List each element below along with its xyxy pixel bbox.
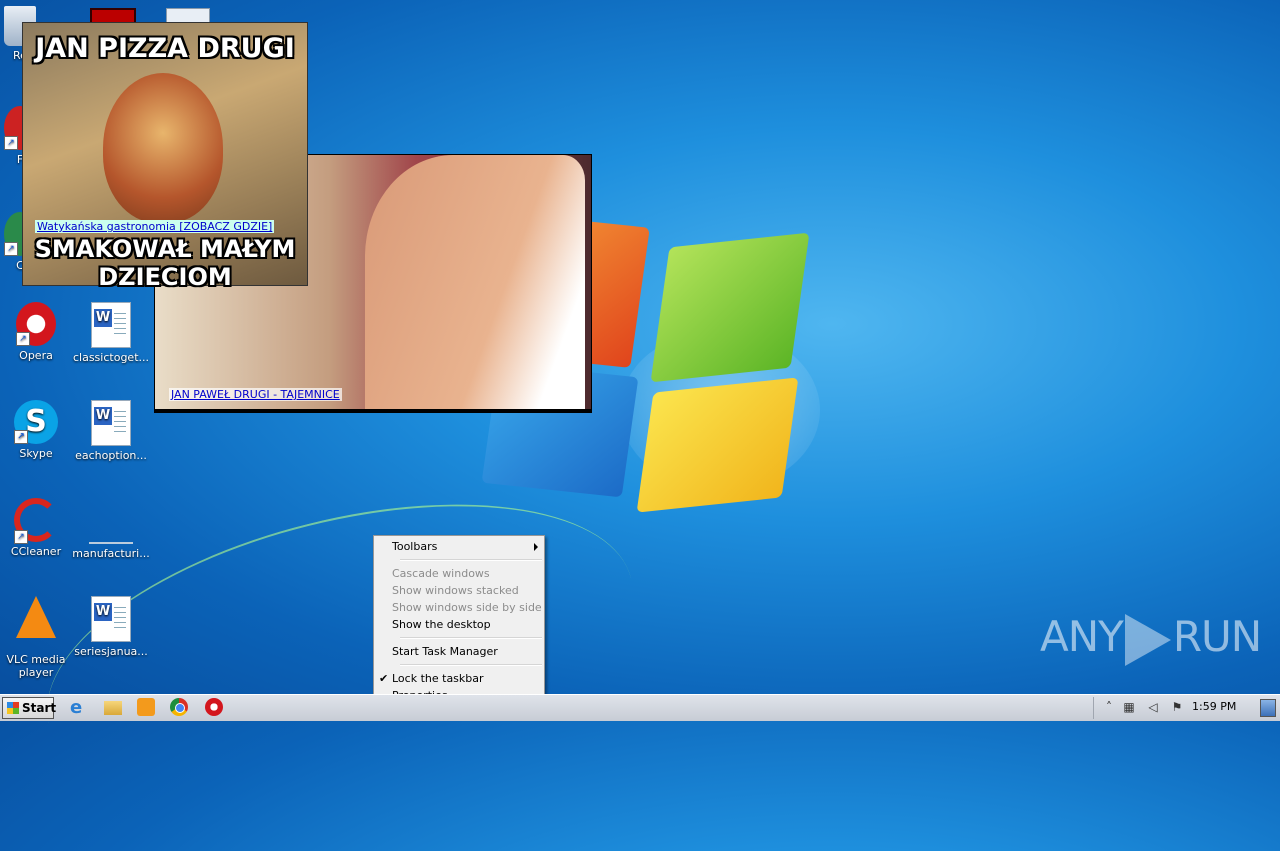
ad-meme-link[interactable]: Watykańska gastronomia [ZOBACZ GDZIE] xyxy=(35,220,275,233)
action-center-flag-icon[interactable]: ⚑ xyxy=(1170,700,1184,714)
submenu-arrow-icon xyxy=(534,543,538,551)
ccleaner-icon: ↗ xyxy=(14,498,58,544)
desktop-icon-classictoget[interactable]: classictoget... xyxy=(71,302,151,364)
chrome-icon[interactable] xyxy=(170,698,188,716)
shortcut-arrow-icon: ↗ xyxy=(14,530,28,544)
system-tray: ˄ ▦ ◁ ⚑ 1:59 PM xyxy=(1093,695,1280,721)
windows-explorer-icon[interactable] xyxy=(104,701,122,715)
show-hidden-icons-chevron-icon[interactable]: ˄ xyxy=(1102,700,1116,714)
shortcut-arrow-icon: ↗ xyxy=(16,332,30,346)
menu-item-show-windows-stacked: Show windows stacked xyxy=(392,584,519,597)
menu-item-cascade-windows: Cascade windows xyxy=(392,567,490,580)
ad-popup-meme[interactable]: JAN PIZZA DRUGI Watykańska gastronomia [… xyxy=(22,22,308,291)
network-icon[interactable]: ▦ xyxy=(1122,700,1136,714)
anyrun-watermark: ANY RUN xyxy=(1040,612,1262,666)
shortcut-arrow-icon: ↗ xyxy=(4,136,18,150)
desktop-icon-ccleaner[interactable]: ↗ CCleaner xyxy=(0,498,76,558)
desktop-icon-vlc[interactable]: VLC media player xyxy=(0,596,76,679)
menu-item-start-task-manager[interactable]: Start Task Manager xyxy=(374,643,544,660)
menu-item-show-desktop[interactable]: Show the desktop xyxy=(374,616,544,633)
shortcut-arrow-icon: ↗ xyxy=(4,242,18,256)
tray-divider xyxy=(1093,697,1094,719)
opera-icon: ↗ xyxy=(16,302,56,346)
ad-caption: SMAKOWAŁ MAŁYM DZIECIOM xyxy=(34,235,296,291)
ad-image xyxy=(365,155,585,409)
start-button[interactable]: Start xyxy=(2,697,56,719)
blank-document-icon xyxy=(89,498,133,544)
desktop-icon-manufacturi[interactable]: manufacturi... xyxy=(71,498,151,560)
menu-item-show-windows-side-by-side: Show windows side by side xyxy=(392,601,542,614)
volume-icon[interactable]: ◁ xyxy=(1146,700,1160,714)
opera-icon[interactable] xyxy=(205,698,223,716)
ad-video-link[interactable]: JAN PAWEŁ DRUGI - TAJEMNICE xyxy=(169,388,342,401)
word-document-icon xyxy=(91,400,131,446)
menu-item-lock-taskbar[interactable]: ✔ Lock the taskbar xyxy=(374,670,544,687)
checkmark-icon: ✔ xyxy=(379,672,389,685)
internet-explorer-icon[interactable] xyxy=(70,698,90,718)
shortcut-arrow-icon: ↗ xyxy=(14,430,28,444)
skype-icon: S ↗ xyxy=(14,400,58,444)
taskbar-context-menu: Toolbars Cascade windows Show windows st… xyxy=(373,535,545,707)
vlc-icon xyxy=(16,596,56,638)
play-logo-icon xyxy=(1124,613,1171,666)
ad-image xyxy=(103,73,223,223)
ad-headline: JAN PIZZA DRUGI xyxy=(35,33,295,64)
word-document-icon xyxy=(91,302,131,348)
menu-separator xyxy=(400,559,542,561)
taskbar-clock[interactable]: 1:59 PM xyxy=(1192,700,1236,713)
show-desktop-button[interactable] xyxy=(1260,699,1276,717)
media-player-icon[interactable] xyxy=(137,698,155,716)
windows-flag-icon xyxy=(7,702,19,714)
desktop-icon-seriesjanua[interactable]: seriesjanua... xyxy=(71,596,151,658)
menu-item-toolbars[interactable]: Toolbars xyxy=(374,538,544,555)
taskbar[interactable]: Start ˄ ▦ ◁ ⚑ 1:59 PM xyxy=(0,694,1280,721)
menu-separator xyxy=(400,637,542,639)
desktop-icon-eachoption[interactable]: eachoption... xyxy=(71,400,151,462)
desktop-icon-opera[interactable]: ↗ Opera xyxy=(0,302,76,362)
word-document-icon xyxy=(91,596,131,642)
desktop-icon-skype[interactable]: S ↗ Skype xyxy=(0,400,76,460)
menu-separator xyxy=(400,664,542,666)
